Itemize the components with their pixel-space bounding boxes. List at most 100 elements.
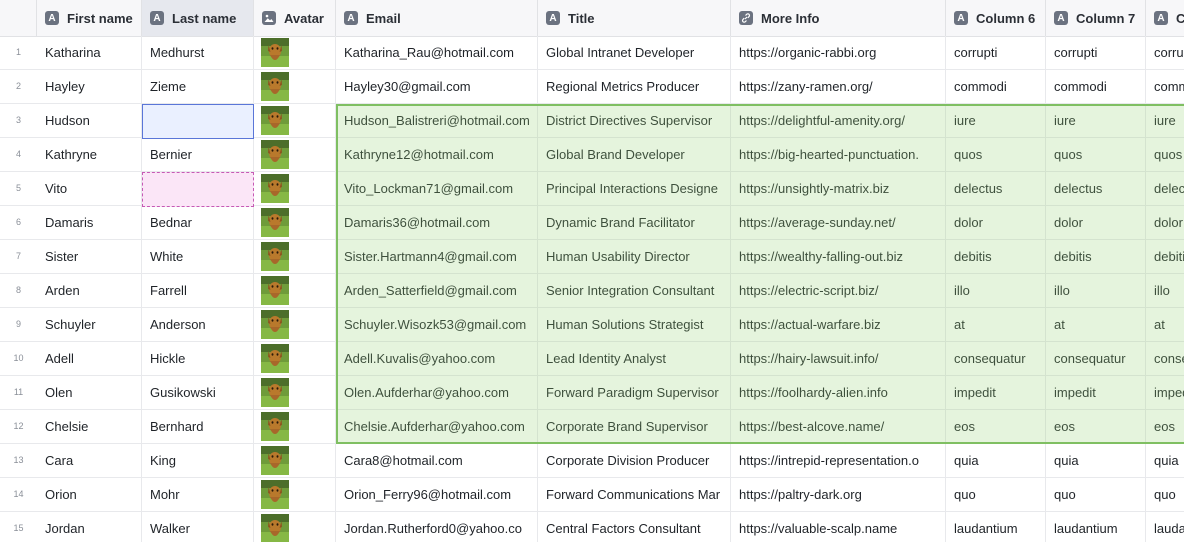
column-header-c8[interactable]: AC <box>1146 0 1184 36</box>
cell-last[interactable]: King <box>142 444 254 478</box>
cell-c8[interactable]: impedit <box>1146 376 1184 410</box>
cell-last[interactable]: Gusikowski <box>142 376 254 410</box>
cell-email[interactable]: Olen.Aufderhar@yahoo.com <box>336 376 538 410</box>
row-number[interactable]: 2 <box>0 70 37 104</box>
cell-c7[interactable]: impedit <box>1046 376 1146 410</box>
cell-info[interactable]: https://unsightly-matrix.biz <box>731 172 946 206</box>
cell-c8[interactable]: quos <box>1146 138 1184 172</box>
cell-last[interactable]: Denesik <box>142 104 254 138</box>
cell-first[interactable]: Vito <box>37 172 142 206</box>
cell-c6[interactable]: consequatur <box>946 342 1046 376</box>
cell-email[interactable]: Vito_Lockman71@gmail.com <box>336 172 538 206</box>
cell-info[interactable]: https://paltry-dark.org <box>731 478 946 512</box>
cell-first[interactable]: Hayley <box>37 70 142 104</box>
column-header-first[interactable]: A First name <box>37 0 142 36</box>
cell-c8[interactable]: dolor <box>1146 206 1184 240</box>
cell-info[interactable]: https://electric-script.biz/ <box>731 274 946 308</box>
cell-email[interactable]: Katharina_Rau@hotmail.com <box>336 36 538 70</box>
cell-first[interactable]: Hudson <box>37 104 142 138</box>
cell-email[interactable]: Hudson_Balistreri@hotmail.com <box>336 104 538 138</box>
cell-c7[interactable]: commodi <box>1046 70 1146 104</box>
cell-email[interactable]: Orion_Ferry96@hotmail.com <box>336 478 538 512</box>
row-number[interactable]: 1 <box>0 36 37 70</box>
row-number[interactable]: 11 <box>0 376 37 410</box>
cell-email[interactable]: Sister.Hartmann4@gmail.com <box>336 240 538 274</box>
cell-title[interactable]: Dynamic Brand Facilitator <box>538 206 731 240</box>
row-number[interactable]: 7 <box>0 240 37 274</box>
column-header-email[interactable]: A Email <box>336 0 538 36</box>
cell-title[interactable]: Global Intranet Developer <box>538 36 731 70</box>
row-number[interactable]: 14 <box>0 478 37 512</box>
cell-first[interactable]: Adell <box>37 342 142 376</box>
row-number[interactable]: 4 <box>0 138 37 172</box>
avatar-cell[interactable] <box>254 410 336 444</box>
cell-c7[interactable]: delectus <box>1046 172 1146 206</box>
cell-info[interactable]: https://organic-rabbi.org <box>731 36 946 70</box>
cell-c7[interactable]: iure <box>1046 104 1146 138</box>
cell-c8[interactable]: quo <box>1146 478 1184 512</box>
cell-first[interactable]: Orion <box>37 478 142 512</box>
row-number[interactable]: 10 <box>0 342 37 376</box>
cell-email[interactable]: Adell.Kuvalis@yahoo.com <box>336 342 538 376</box>
cell-c7[interactable]: laudantium <box>1046 512 1146 542</box>
row-number[interactable]: 13 <box>0 444 37 478</box>
cell-last[interactable]: Medhurst <box>142 36 254 70</box>
cell-first[interactable]: Damaris <box>37 206 142 240</box>
cell-title[interactable]: Corporate Division Producer <box>538 444 731 478</box>
cell-last[interactable]: Farrell <box>142 274 254 308</box>
cell-c7[interactable]: debitis <box>1046 240 1146 274</box>
avatar-cell[interactable] <box>254 36 336 70</box>
row-number[interactable]: 3 <box>0 104 37 138</box>
cell-info[interactable]: https://foolhardy-alien.info <box>731 376 946 410</box>
cell-info[interactable]: https://hairy-lawsuit.info/ <box>731 342 946 376</box>
avatar-cell[interactable] <box>254 376 336 410</box>
cell-title[interactable]: Lead Identity Analyst <box>538 342 731 376</box>
cell-c7[interactable]: consequatur <box>1046 342 1146 376</box>
avatar-cell[interactable] <box>254 308 336 342</box>
cell-first[interactable]: Olen <box>37 376 142 410</box>
cell-title[interactable]: Global Brand Developer <box>538 138 731 172</box>
avatar-cell[interactable] <box>254 172 336 206</box>
cell-last[interactable]: Bernhard <box>142 410 254 444</box>
cell-info[interactable]: https://zany-ramen.org/ <box>731 70 946 104</box>
row-number[interactable]: 8 <box>0 274 37 308</box>
cell-c6[interactable]: commodi <box>946 70 1046 104</box>
row-number[interactable]: 9 <box>0 308 37 342</box>
avatar-cell[interactable] <box>254 206 336 240</box>
cell-last[interactable]: Bernier <box>142 138 254 172</box>
cell-c6[interactable]: illo <box>946 274 1046 308</box>
cell-title[interactable]: Human Solutions Strategist <box>538 308 731 342</box>
cell-title[interactable]: Forward Paradigm Supervisor <box>538 376 731 410</box>
cell-last[interactable]: Bednar <box>142 206 254 240</box>
cell-c6[interactable]: corrupti <box>946 36 1046 70</box>
column-header-last[interactable]: A Last name <box>142 0 254 36</box>
cell-c6[interactable]: quos <box>946 138 1046 172</box>
cell-c6[interactable]: dolor <box>946 206 1046 240</box>
cell-last[interactable]: Walker <box>142 512 254 542</box>
cell-first[interactable]: Schuyler <box>37 308 142 342</box>
cell-info[interactable]: https://delightful-amenity.org/ <box>731 104 946 138</box>
cell-last[interactable]: Tromp-Lockman <box>142 172 254 206</box>
cell-first[interactable]: Katharina <box>37 36 142 70</box>
cell-title[interactable]: District Directives Supervisor <box>538 104 731 138</box>
cell-first[interactable]: Cara <box>37 444 142 478</box>
avatar-cell[interactable] <box>254 138 336 172</box>
avatar-cell[interactable] <box>254 274 336 308</box>
cell-c6[interactable]: quia <box>946 444 1046 478</box>
cell-c8[interactable]: laudantium <box>1146 512 1184 542</box>
column-header-info[interactable]: More Info <box>731 0 946 36</box>
avatar-cell[interactable] <box>254 342 336 376</box>
row-number[interactable]: 12 <box>0 410 37 444</box>
cell-last[interactable]: Hickle <box>142 342 254 376</box>
cell-email[interactable]: Chelsie.Aufderhar@yahoo.com <box>336 410 538 444</box>
cell-c6[interactable]: quo <box>946 478 1046 512</box>
cell-info[interactable]: https://actual-warfare.biz <box>731 308 946 342</box>
cell-email[interactable]: Arden_Satterfield@gmail.com <box>336 274 538 308</box>
cell-c6[interactable]: at <box>946 308 1046 342</box>
cell-info[interactable]: https://wealthy-falling-out.biz <box>731 240 946 274</box>
cell-info[interactable]: https://big-hearted-punctuation. <box>731 138 946 172</box>
cell-title[interactable]: Forward Communications Mar <box>538 478 731 512</box>
cell-title[interactable]: Human Usability Director <box>538 240 731 274</box>
cell-c8[interactable]: illo <box>1146 274 1184 308</box>
cell-last[interactable]: Mohr <box>142 478 254 512</box>
